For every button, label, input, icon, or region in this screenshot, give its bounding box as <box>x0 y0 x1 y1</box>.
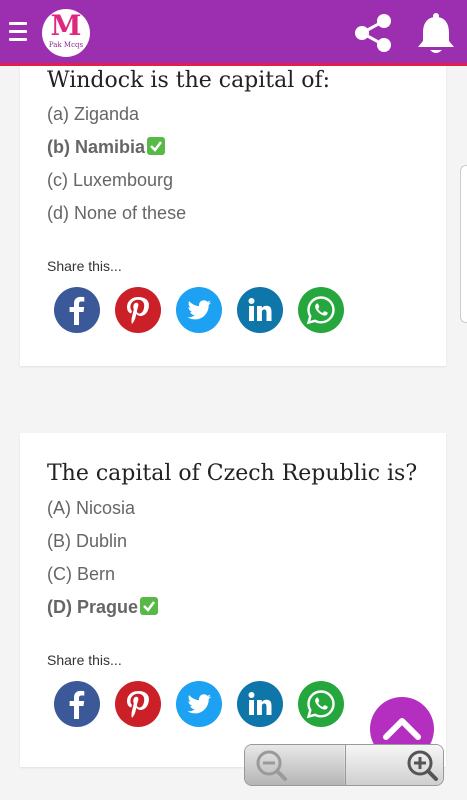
menu-button[interactable] <box>9 22 27 44</box>
question-card: Windock is the capital of: (a) Ziganda (… <box>20 66 446 366</box>
zoom-in-button[interactable] <box>345 745 443 785</box>
share-label: Share this... <box>47 258 122 274</box>
twitter-share-button[interactable] <box>176 681 222 727</box>
pinterest-icon <box>115 681 161 727</box>
linkedin-icon <box>237 287 283 333</box>
zoom-in-icon <box>407 750 438 781</box>
option-c: (C) Bern <box>47 564 116 584</box>
menu-icon-bar <box>9 38 27 41</box>
zoom-out-button[interactable] <box>245 745 344 785</box>
twitter-icon <box>176 681 222 727</box>
question-text: Windock is the capital of: <box>47 68 331 93</box>
option-d: (d) None of these <box>47 203 187 223</box>
check-mark-icon <box>140 597 159 615</box>
option-label: (b) Namibia <box>47 137 146 157</box>
twitter-share-button[interactable] <box>176 287 222 333</box>
app-toolbar: M Pak Mcqs <box>0 0 467 66</box>
side-drawer-handle[interactable] <box>460 165 467 323</box>
facebook-icon <box>54 287 100 333</box>
facebook-share-button[interactable] <box>54 681 100 727</box>
pinterest-share-button[interactable] <box>115 681 161 727</box>
facebook-icon <box>54 681 100 727</box>
linkedin-share-button[interactable] <box>237 287 283 333</box>
option-b: (B) Dublin <box>47 531 128 551</box>
option-d-correct: (D) Prague <box>47 597 159 618</box>
bell-icon <box>418 13 454 53</box>
logo-mark: M <box>50 9 82 42</box>
notifications-button[interactable] <box>414 10 458 56</box>
pinterest-share-button[interactable] <box>115 287 161 333</box>
zoom-controls <box>244 744 444 786</box>
facebook-share-button[interactable] <box>54 287 100 333</box>
zoom-out-icon <box>256 750 287 781</box>
option-a: (A) Nicosia <box>47 498 136 518</box>
option-label: (D) Prague <box>47 597 139 617</box>
twitter-icon <box>176 287 222 333</box>
whatsapp-share-button[interactable] <box>298 287 344 333</box>
option-c: (c) Luxembourg <box>47 170 174 190</box>
question-text: The capital of Czech Republic is? <box>47 461 418 486</box>
option-b-correct: (b) Namibia <box>47 137 166 158</box>
share-label: Share this... <box>47 652 122 668</box>
share-icon <box>355 14 391 52</box>
linkedin-share-button[interactable] <box>237 681 283 727</box>
pinterest-icon <box>115 287 161 333</box>
option-a: (a) Ziganda <box>47 104 140 124</box>
check-mark-icon <box>147 137 166 155</box>
whatsapp-icon <box>298 287 344 333</box>
logo-name: Pak Mcqs <box>48 41 84 49</box>
share-button[interactable] <box>350 10 396 56</box>
linkedin-icon <box>237 681 283 727</box>
whatsapp-icon <box>298 681 344 727</box>
whatsapp-share-button[interactable] <box>298 681 344 727</box>
menu-icon-bar <box>9 22 27 25</box>
app-logo[interactable]: M Pak Mcqs <box>42 9 90 57</box>
menu-icon-bar <box>9 30 27 33</box>
